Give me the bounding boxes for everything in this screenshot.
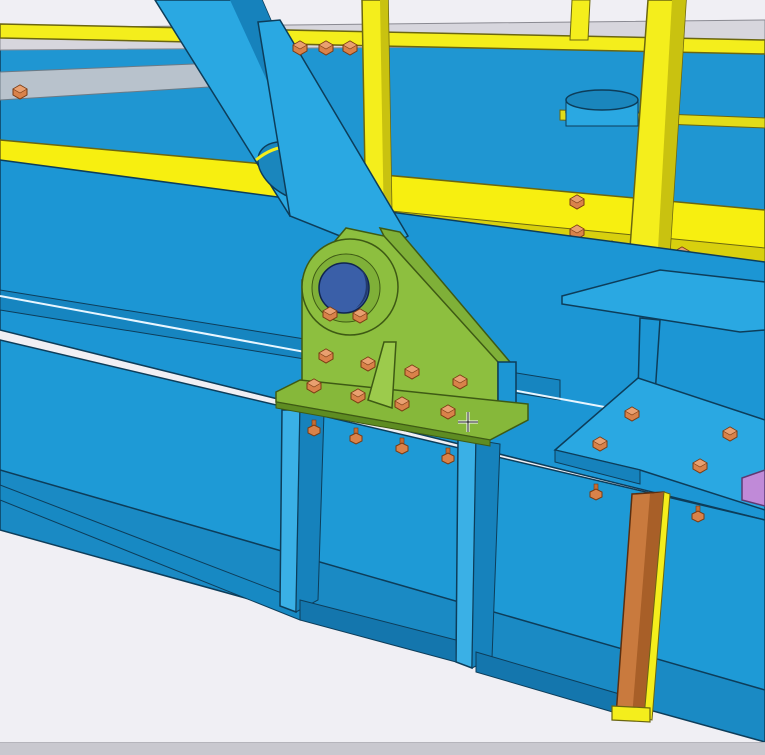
- pin-head[interactable]: [318, 262, 370, 314]
- model-scene[interactable]: [0, 0, 765, 754]
- viewport-bottom-border: [0, 742, 765, 755]
- deck-opening-rim: [565, 89, 639, 111]
- 3d-model-viewport[interactable]: [0, 0, 765, 754]
- handrail-post-far: [569, 0, 591, 41]
- column-base[interactable]: [611, 705, 651, 723]
